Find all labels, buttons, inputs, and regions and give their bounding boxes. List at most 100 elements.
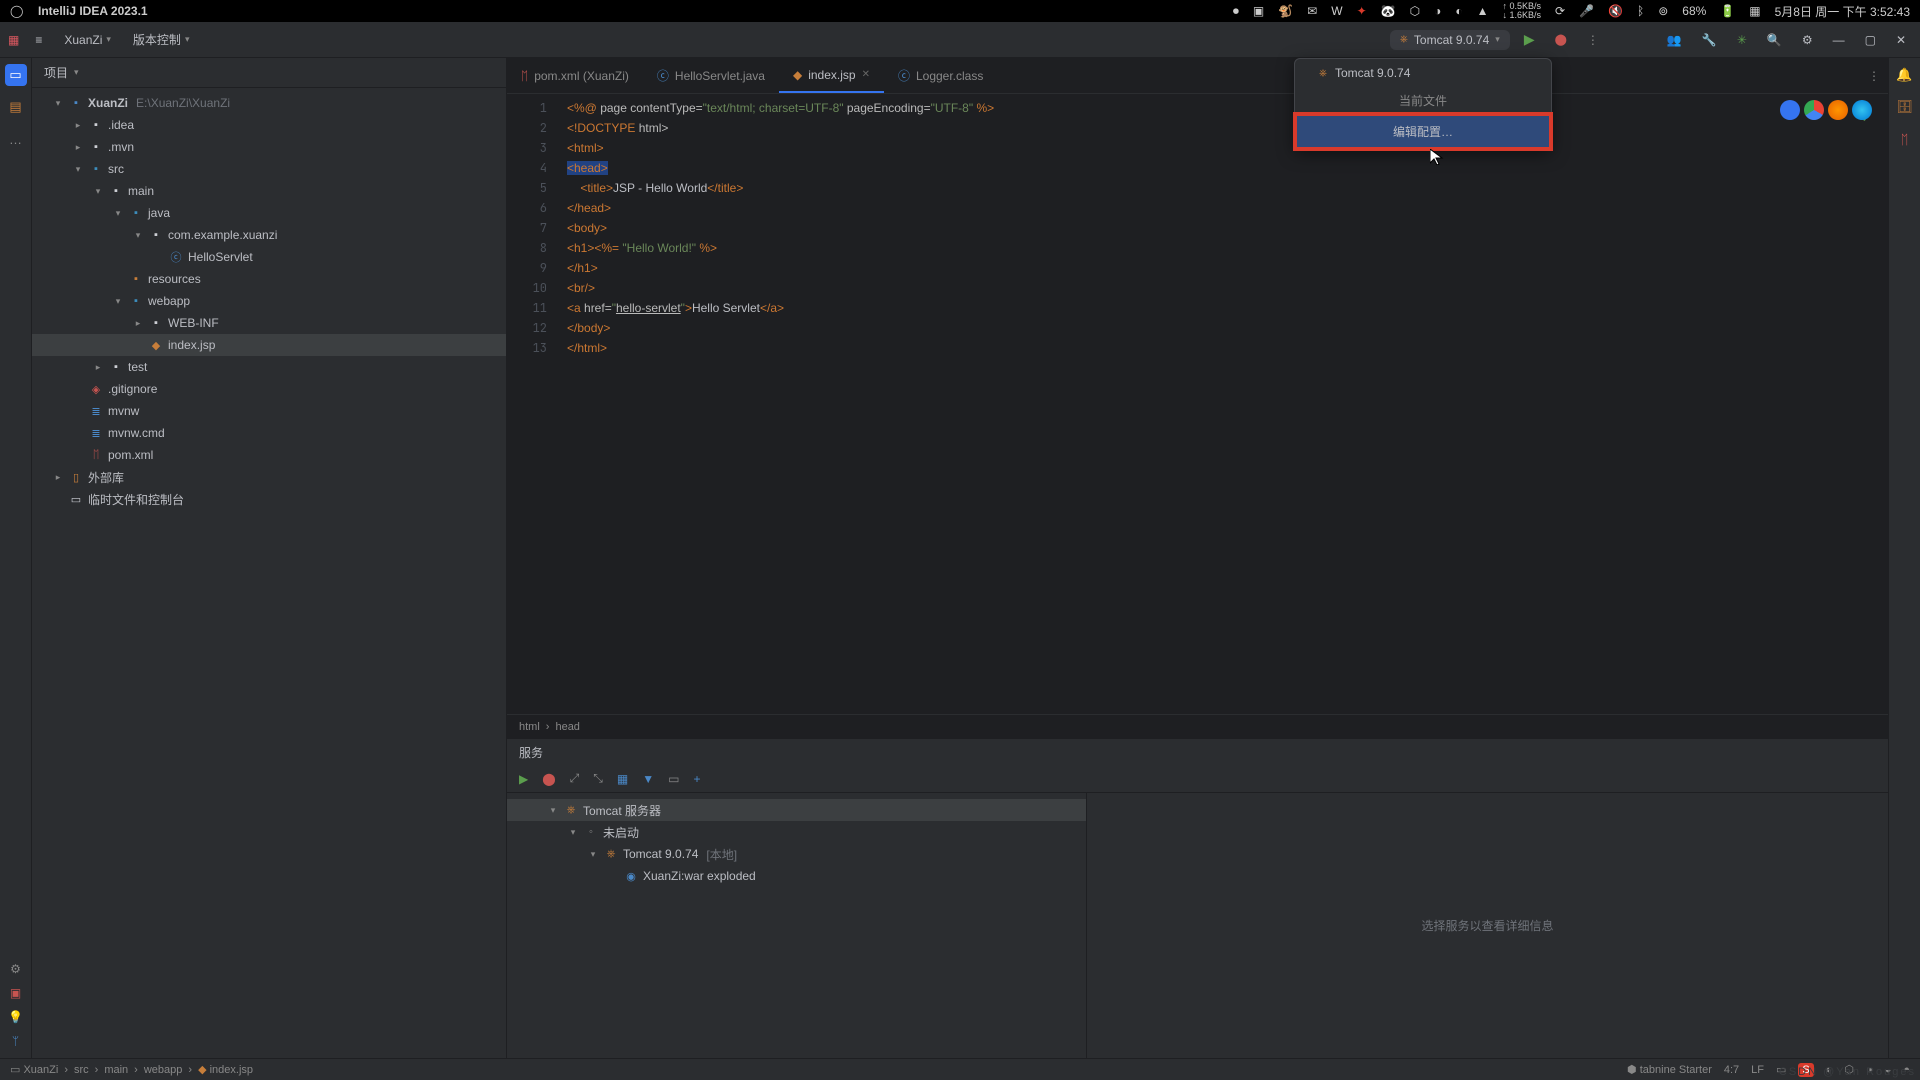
services-row[interactable]: ▾⎈Tomcat 9.0.74 [本地]: [507, 843, 1086, 865]
project-tool-icon[interactable]: ▭: [5, 64, 27, 86]
crumb[interactable]: ◆ index.jsp: [198, 1063, 253, 1076]
database-icon[interactable]: 🗄: [1894, 96, 1916, 118]
maximize-icon[interactable]: ▢: [1859, 31, 1882, 49]
crumb[interactable]: main: [104, 1064, 128, 1076]
tray-icon[interactable]: ✉: [1307, 4, 1317, 18]
code-content[interactable]: <%@ page contentType="text/html; charset…: [557, 94, 1888, 714]
stop-service-icon[interactable]: ⬤: [542, 772, 555, 786]
ai-icon[interactable]: ✳: [1731, 31, 1753, 49]
layout-icon[interactable]: ▭: [668, 772, 679, 786]
tree-item[interactable]: ≣mvnw: [32, 400, 506, 422]
tray-icon[interactable]: 🐼: [1381, 4, 1396, 18]
tree-item[interactable]: ▪resources: [32, 268, 506, 290]
vcs-dropdown[interactable]: 版本控制 ▾: [127, 29, 196, 50]
tree-item[interactable]: ⓒHelloServlet: [32, 246, 506, 268]
editor-breadcrumb[interactable]: html › head: [507, 714, 1888, 738]
sync-icon[interactable]: ⟳: [1555, 4, 1565, 18]
chrome-icon[interactable]: [1804, 100, 1824, 120]
input-icon[interactable]: ▦: [1749, 4, 1760, 18]
tree-item[interactable]: ≣mvnw.cmd: [32, 422, 506, 444]
tree-item[interactable]: ▾▪src: [32, 158, 506, 180]
run-config-selector[interactable]: ⎈ Tomcat 9.0.74 ▾: [1390, 30, 1510, 50]
ide-settings-icon[interactable]: 🔧: [1696, 31, 1723, 49]
tabnine-status[interactable]: ⬢ tabnine Starter: [1627, 1063, 1712, 1076]
dropdown-item-current[interactable]: 当前文件: [1295, 87, 1551, 114]
tray-icon[interactable]: ✦: [1357, 4, 1367, 18]
notifications-icon[interactable]: 🔔: [1894, 64, 1916, 86]
bt-icon[interactable]: ᛒ: [1637, 4, 1644, 18]
tray-icon[interactable]: W: [1331, 4, 1342, 18]
tree-item[interactable]: ▸▪WEB-INF: [32, 312, 506, 334]
tree-item-selected[interactable]: ◆index.jsp: [32, 334, 506, 356]
crumb[interactable]: src: [74, 1064, 89, 1076]
tab-servlet[interactable]: ⓒHelloServlet.java: [643, 58, 779, 93]
services-row[interactable]: ▾⎈Tomcat 服务器: [507, 799, 1086, 821]
run-service-icon[interactable]: ▶: [519, 772, 528, 786]
tray-icon[interactable]: ⬡: [1410, 4, 1420, 18]
tree-item[interactable]: ▾▪webapp: [32, 290, 506, 312]
tree-item[interactable]: ᛖpom.xml: [32, 444, 506, 466]
firefox-icon[interactable]: [1828, 100, 1848, 120]
filter-icon[interactable]: ▼: [642, 772, 654, 786]
tree-ext-lib[interactable]: ▸▯外部库: [32, 466, 506, 488]
main-menu-button[interactable]: ≡: [29, 31, 48, 49]
structure-icon[interactable]: …: [5, 128, 27, 150]
terminal-icon[interactable]: ▣: [10, 986, 21, 1000]
services-row[interactable]: ◉XuanZi:war exploded: [507, 865, 1086, 887]
tree-item[interactable]: ▸▪.idea: [32, 114, 506, 136]
tab-index[interactable]: ◆index.jsp✕: [779, 58, 884, 93]
caret-position[interactable]: 4:7: [1724, 1064, 1739, 1076]
code-with-me-icon[interactable]: 👥: [1661, 31, 1688, 49]
expand-icon[interactable]: ⤢: [570, 771, 580, 786]
edge-icon[interactable]: [1852, 100, 1872, 120]
editor[interactable]: 12345678910111213 <%@ page contentType="…: [507, 94, 1888, 714]
run-button[interactable]: ▶: [1518, 29, 1541, 50]
services-tree[interactable]: ▾⎈Tomcat 服务器 ▾◦未启动 ▾⎈Tomcat 9.0.74 [本地] …: [507, 793, 1087, 1058]
git-icon[interactable]: ᛘ: [12, 1034, 19, 1048]
tray-icon[interactable]: ▣: [1253, 4, 1264, 18]
project-dropdown[interactable]: XuanZi ▾: [58, 31, 117, 49]
tree-root[interactable]: ▾▪XuanZiE:\XuanZi\XuanZi: [32, 92, 506, 114]
settings-icon[interactable]: ⚙: [1796, 31, 1819, 49]
tray-icon[interactable]: ◑: [1434, 4, 1441, 18]
close-icon[interactable]: ✕: [1890, 31, 1912, 49]
close-tab-icon[interactable]: ✕: [862, 69, 870, 80]
dropdown-item-edit-config[interactable]: 编辑配置…: [1293, 112, 1553, 151]
mic-icon[interactable]: 🎤: [1579, 4, 1594, 18]
tree-item[interactable]: ▾▪java: [32, 202, 506, 224]
collapse-icon[interactable]: ⤡: [593, 771, 603, 786]
add-icon[interactable]: +: [693, 772, 700, 786]
tray-icon[interactable]: ◐: [1455, 4, 1462, 18]
tab-pom[interactable]: ᛖpom.xml (XuanZi): [507, 58, 643, 93]
tray-icon[interactable]: ⏺: [1233, 4, 1239, 19]
minimize-icon[interactable]: —: [1827, 31, 1851, 49]
tray-icon[interactable]: ▲: [1477, 4, 1489, 18]
line-sep[interactable]: LF: [1751, 1064, 1764, 1076]
project-tree[interactable]: ▾▪XuanZiE:\XuanZi\XuanZi ▸▪.idea ▸▪.mvn …: [32, 88, 506, 1058]
settings-tool-icon[interactable]: ⚙: [10, 962, 21, 976]
idea-icon[interactable]: ▦: [8, 33, 19, 47]
search-icon[interactable]: 🔍: [1761, 31, 1788, 49]
builtin-preview-icon[interactable]: [1780, 100, 1800, 120]
run-config-dropdown[interactable]: ⎈ Tomcat 9.0.74 当前文件 编辑配置…: [1294, 58, 1552, 150]
tree-item[interactable]: ▸▪.mvn: [32, 136, 506, 158]
wifi-icon[interactable]: ⊚: [1658, 4, 1668, 18]
tab-logger[interactable]: ⓒLogger.class: [884, 58, 997, 93]
grid-icon[interactable]: ▦: [617, 772, 628, 786]
debug-icon[interactable]: 💡: [8, 1010, 23, 1024]
stop-button[interactable]: ⬤: [1549, 31, 1573, 48]
tree-item[interactable]: ◈.gitignore: [32, 378, 506, 400]
services-row[interactable]: ▾◦未启动: [507, 821, 1086, 843]
crumb[interactable]: ▭ XuanZi: [10, 1063, 58, 1076]
dropdown-item-tomcat[interactable]: ⎈ Tomcat 9.0.74: [1295, 59, 1551, 87]
tree-item[interactable]: ▸▪test: [32, 356, 506, 378]
maven-icon[interactable]: ᛖ: [1894, 128, 1916, 150]
tree-item[interactable]: ▾▪com.example.xuanzi: [32, 224, 506, 246]
tray-icon[interactable]: 🐒: [1278, 4, 1293, 18]
run-more-button[interactable]: ⋮: [1581, 31, 1605, 49]
mute-icon[interactable]: 🔇: [1608, 4, 1623, 18]
crumb[interactable]: webapp: [144, 1064, 183, 1076]
bookmarks-icon[interactable]: ▤: [5, 96, 27, 118]
tree-scratch[interactable]: ▭临时文件和控制台: [32, 488, 506, 510]
project-view-dropdown[interactable]: ▾: [74, 67, 79, 78]
